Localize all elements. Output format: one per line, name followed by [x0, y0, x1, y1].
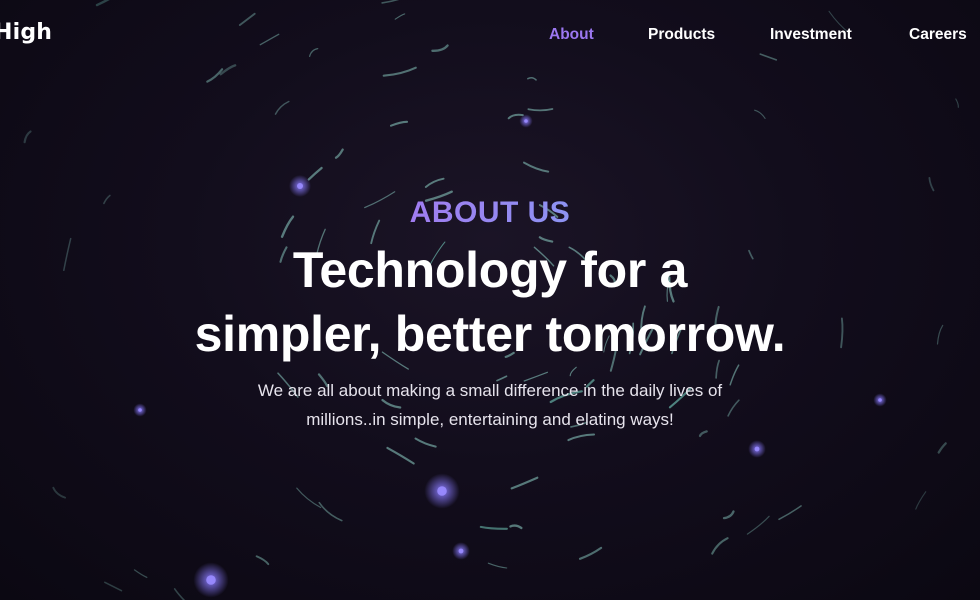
light-streak: [133, 569, 148, 579]
light-streak: [296, 487, 322, 509]
orb: [297, 183, 303, 189]
light-streak: [386, 446, 415, 465]
light-streak: [937, 442, 947, 454]
section-eyebrow: ABOUT US: [409, 196, 571, 229]
light-streak: [746, 515, 770, 535]
description-line-2: millions..in simple, entertaining and el…: [306, 410, 674, 429]
light-streak: [778, 505, 802, 521]
light-streak: [711, 537, 729, 555]
hero-description: We are all about making a small differen…: [210, 376, 770, 434]
hero-content: ABOUT US Technology for a simpler, bette…: [0, 196, 980, 434]
headline-line-2: simpler, better tomorrow.: [194, 306, 786, 362]
nav-link-about[interactable]: About: [549, 26, 594, 44]
light-streak: [928, 177, 935, 192]
light-streak: [915, 491, 927, 510]
light-streak: [318, 501, 343, 522]
light-streak: [206, 68, 224, 83]
nav-link-careers[interactable]: Careers: [909, 26, 967, 44]
orb: [458, 548, 464, 554]
brand-logo[interactable]: High: [0, 20, 52, 45]
light-streak: [255, 555, 270, 566]
light-streak: [274, 100, 290, 115]
light-streak: [23, 130, 32, 144]
light-streak: [334, 148, 344, 159]
light-streak: [754, 109, 766, 119]
nav-link-products[interactable]: Products: [648, 26, 715, 44]
nav-link-investment[interactable]: Investment: [770, 26, 852, 44]
light-streak: [510, 476, 539, 490]
headline-line-1: Technology for a: [292, 242, 688, 298]
hero-section: High About Products Investment Careers A…: [0, 0, 980, 600]
light-streak: [424, 177, 445, 188]
light-streak: [52, 486, 67, 499]
description-line-1: We are all about making a small differen…: [257, 381, 723, 400]
light-streak: [307, 166, 323, 181]
light-streak: [509, 524, 523, 530]
light-streak: [567, 433, 596, 442]
light-streak: [955, 98, 959, 108]
orb: [437, 486, 447, 496]
light-streak: [722, 510, 735, 520]
light-streak: [173, 588, 186, 600]
orb: [206, 575, 216, 585]
hero-headline: Technology for a simpler, better tomorro…: [0, 238, 980, 366]
light-streak: [414, 437, 437, 448]
top-navigation: High About Products Investment Careers: [0, 0, 980, 70]
orb: [754, 446, 760, 452]
light-streak: [389, 120, 409, 127]
light-streak: [479, 525, 508, 530]
light-streak: [527, 76, 537, 81]
light-streak: [104, 581, 123, 592]
light-streak: [523, 161, 550, 173]
light-streak: [527, 108, 554, 112]
light-streak: [578, 546, 603, 560]
light-streak: [487, 562, 508, 569]
orb: [524, 119, 528, 123]
